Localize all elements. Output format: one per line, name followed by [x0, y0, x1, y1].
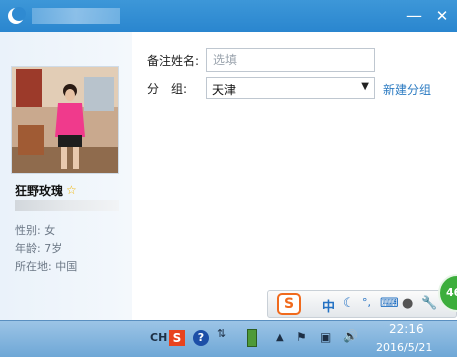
blurred-account-id — [15, 200, 119, 211]
avatar — [11, 66, 119, 174]
add-friend-window: — ✕ 狂野玫瑰 ☆ 性别: 女 年龄: 7岁 所在地: 中国 备注姓名: 选填… — [0, 0, 457, 320]
battery-icon[interactable] — [247, 329, 257, 347]
minimize-button[interactable]: — — [402, 4, 426, 28]
moon-icon[interactable]: ☾ — [343, 296, 355, 311]
group-select[interactable]: 天津 ▼ — [206, 77, 375, 99]
title-bar[interactable]: — ✕ — [0, 0, 457, 32]
star-icon: ☆ — [66, 183, 77, 197]
qq-moon-icon — [8, 7, 26, 24]
gender-info: 性别: 女 — [15, 224, 56, 237]
ime-mode-toggle[interactable]: 中 — [322, 296, 335, 315]
nickname: 狂野玫瑰 — [15, 183, 64, 198]
profile-panel: 狂野玫瑰 ☆ 性别: 女 年龄: 7岁 所在地: 中国 — [0, 32, 132, 320]
new-group-link[interactable]: 新建分组 — [383, 81, 431, 98]
sogou-tray-icon[interactable]: S — [169, 330, 185, 346]
group-label: 分 组: — [147, 82, 188, 96]
ime-toolbar[interactable]: S 中 ☾ °, ⌨ ● 🔧 — [267, 290, 457, 318]
avatar-photo — [12, 67, 118, 173]
dropdown-arrow-icon[interactable]: ▼ — [361, 81, 369, 92]
monitor-icon[interactable]: ▣ — [320, 330, 331, 344]
sogou-logo-icon[interactable]: S — [277, 293, 301, 315]
close-button[interactable]: ✕ — [430, 4, 454, 28]
wrench-icon[interactable]: 🔧 — [421, 296, 437, 311]
group-select-value: 天津 — [212, 83, 237, 97]
help-icon[interactable]: ? — [193, 330, 209, 346]
remark-label: 备注姓名: — [147, 54, 200, 68]
volume-icon[interactable]: 🔊 — [343, 329, 358, 343]
age-info: 年龄: 7岁 — [15, 242, 63, 255]
remark-name-input[interactable] — [206, 48, 375, 72]
language-indicator[interactable]: CH — [150, 331, 167, 344]
action-center-flag-icon[interactable]: ⚑ — [296, 330, 307, 344]
person-icon[interactable]: ● — [402, 296, 413, 311]
location-info: 所在地: 中国 — [15, 260, 78, 273]
punctuation-toggle[interactable]: °, — [362, 296, 371, 309]
clock-time[interactable]: 22:16 — [389, 322, 424, 336]
show-hidden-icons-icon[interactable]: ▲ — [276, 332, 284, 343]
keyboard-icon[interactable]: ⌨ — [380, 296, 399, 311]
clock-date[interactable]: 2016/5/21 — [376, 341, 432, 354]
network-tray-icon[interactable]: ⇅ — [217, 327, 226, 340]
blurred-title — [32, 8, 120, 24]
nickname-row: 狂野玫瑰 ☆ — [15, 182, 77, 198]
